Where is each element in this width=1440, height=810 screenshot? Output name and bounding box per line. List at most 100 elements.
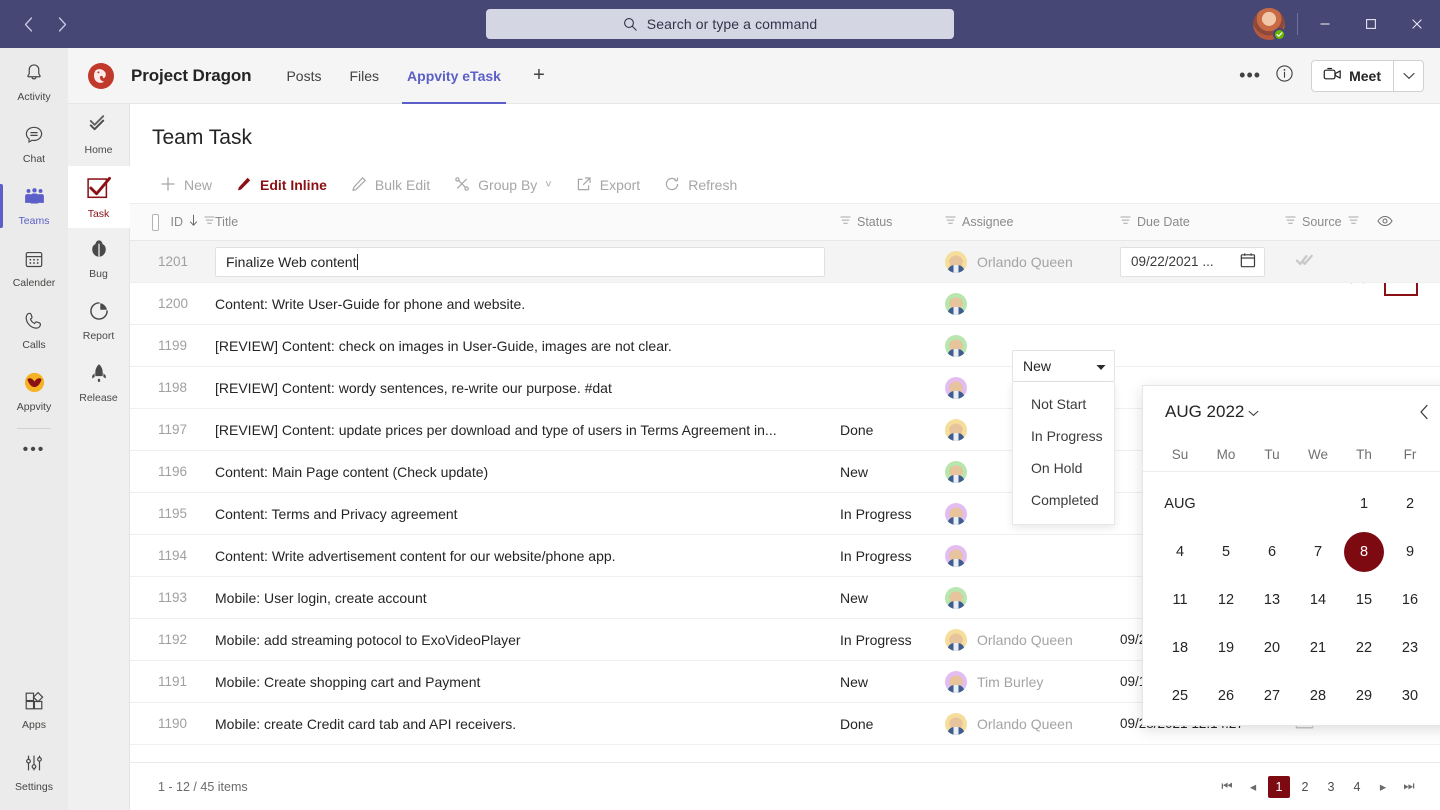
calendar-day-cell[interactable]: 6	[1249, 528, 1295, 576]
rail-item-chat[interactable]: Chat	[0, 116, 68, 172]
calendar-day-cell[interactable]: 13	[1249, 576, 1295, 624]
calendar-day-cell[interactable]: 17	[1433, 576, 1440, 624]
calendar-day-cell[interactable]: 15	[1341, 576, 1387, 624]
channel-more-button[interactable]: •••	[1235, 61, 1265, 91]
calendar-day-cell[interactable]: 26	[1203, 672, 1249, 720]
rail-item-settings[interactable]: Settings	[0, 744, 68, 800]
table-row[interactable]: 1200Content: Write User-Guide for phone …	[130, 283, 1440, 325]
table-row[interactable]: 1199[REVIEW] Content: check on images in…	[130, 325, 1440, 367]
new-button[interactable]: New	[150, 169, 222, 201]
calendar-day-cell[interactable]: 3	[1433, 480, 1440, 528]
page-button-4[interactable]: 4	[1346, 776, 1368, 798]
cell-assignee[interactable]: Orlando Queen	[945, 251, 1120, 273]
refresh-button[interactable]: Refresh	[654, 169, 747, 201]
last-page-button[interactable]: ⏭	[1398, 776, 1420, 798]
calendar-day-cell[interactable]: 29	[1341, 672, 1387, 720]
filter-source-icon[interactable]	[1348, 215, 1359, 229]
status-option-completed[interactable]: Completed	[1013, 484, 1114, 516]
calendar-day-cell[interactable]: 18	[1157, 624, 1203, 672]
page-button-2[interactable]: 2	[1294, 776, 1316, 798]
calendar-day-cell[interactable]: 25	[1157, 672, 1203, 720]
etask-nav-bug[interactable]: Bug	[68, 228, 130, 290]
close-button[interactable]	[1394, 0, 1440, 48]
group-by-button[interactable]: Group By ˅	[444, 169, 562, 201]
calendar-weekday: Sa	[1433, 438, 1440, 471]
calendar-day-cell[interactable]: 23	[1387, 624, 1433, 672]
calendar-icon[interactable]	[1240, 252, 1256, 271]
tab-posts[interactable]: Posts	[273, 48, 334, 104]
calendar-day-cell[interactable]: 7	[1295, 528, 1341, 576]
rail-item-activity[interactable]: Activity	[0, 54, 68, 110]
due-date-input[interactable]: 09/22/2021 ...	[1120, 247, 1265, 277]
calendar-day-cell[interactable]: 21	[1295, 624, 1341, 672]
table-row-editing[interactable]: 1201 Finalize Web content Orlando Queen …	[130, 241, 1440, 283]
filter-id-icon[interactable]	[204, 215, 215, 229]
etask-nav-task[interactable]: Task	[68, 166, 130, 228]
calendar-day-cell[interactable]: 12	[1203, 576, 1249, 624]
tab-files[interactable]: Files	[336, 48, 392, 104]
rail-item-appvity[interactable]: Appvity	[0, 364, 68, 420]
calendar-prev-button[interactable]	[1411, 399, 1437, 425]
select-all-checkbox[interactable]	[152, 214, 159, 231]
edit-inline-button[interactable]: Edit Inline	[226, 169, 337, 201]
rail-more-button[interactable]: •••	[0, 431, 68, 469]
calendar-day-cell[interactable]: 14	[1295, 576, 1341, 624]
rail-item-teams[interactable]: Teams	[0, 178, 68, 234]
prev-page-button[interactable]: ◂	[1242, 776, 1264, 798]
calendar-day-cell[interactable]: 11	[1157, 576, 1203, 624]
calendar-month-selector[interactable]: AUG 2022	[1165, 402, 1259, 422]
first-page-button[interactable]: ⏮	[1216, 776, 1238, 798]
calendar-day-cell[interactable]: 10	[1433, 528, 1440, 576]
calendar-day-cell[interactable]: 24	[1433, 624, 1440, 672]
back-icon[interactable]	[14, 10, 42, 38]
calendar-day-cell[interactable]: 20	[1249, 624, 1295, 672]
export-button[interactable]: Export	[566, 169, 650, 201]
etask-nav-report[interactable]: Report	[68, 290, 130, 352]
title-bar: Search or type a command	[0, 0, 1440, 48]
etask-nav-release[interactable]: Release	[68, 352, 130, 414]
calendar-day-cell[interactable]: 8	[1341, 528, 1387, 576]
calendar-day-cell[interactable]: 30	[1387, 672, 1433, 720]
minimize-button[interactable]	[1302, 0, 1348, 48]
bulk-edit-button[interactable]: Bulk Edit	[341, 169, 440, 201]
calendar-day-cell[interactable]: 5	[1203, 528, 1249, 576]
calendar-day-cell[interactable]: 4	[1157, 528, 1203, 576]
page-button-3[interactable]: 3	[1320, 776, 1342, 798]
maximize-button[interactable]	[1348, 0, 1394, 48]
sort-desc-icon[interactable]	[189, 214, 198, 230]
calendar-day-cell[interactable]: 16	[1387, 576, 1433, 624]
filter-due-date-icon[interactable]	[1120, 215, 1131, 229]
filter-source-left-icon[interactable]	[1285, 215, 1296, 229]
status-option-not-start[interactable]: Not Start	[1013, 388, 1114, 420]
status-option-in-progress[interactable]: In Progress	[1013, 420, 1114, 452]
calendar-day-cell[interactable]: 31	[1433, 672, 1440, 720]
forward-icon[interactable]	[48, 10, 76, 38]
calendar-day-cell[interactable]: 2	[1387, 480, 1433, 528]
calendar-day-cell[interactable]: 27	[1249, 672, 1295, 720]
chevron-down-icon	[1403, 67, 1415, 85]
meet-dropdown-button[interactable]	[1393, 60, 1423, 92]
calendar-day-cell[interactable]: 9	[1387, 528, 1433, 576]
user-avatar[interactable]	[1253, 8, 1285, 40]
search-input[interactable]: Search or type a command	[486, 9, 954, 39]
filter-status-icon[interactable]	[840, 215, 851, 229]
rail-item-calender[interactable]: Calender	[0, 240, 68, 296]
tab-appvity-etask[interactable]: Appvity eTask	[394, 48, 514, 104]
channel-info-button[interactable]	[1269, 61, 1299, 91]
calendar-day-cell[interactable]: 1	[1341, 480, 1387, 528]
title-input[interactable]: Finalize Web content	[215, 247, 825, 277]
calendar-day-cell[interactable]: 22	[1341, 624, 1387, 672]
status-select[interactable]: New	[1012, 350, 1115, 382]
calendar-day-cell[interactable]: 28	[1295, 672, 1341, 720]
page-button-1[interactable]: 1	[1268, 776, 1290, 798]
eye-icon[interactable]	[1377, 215, 1393, 230]
rail-item-calls[interactable]: Calls	[0, 302, 68, 358]
meet-button[interactable]: Meet	[1312, 60, 1393, 92]
filter-assignee-icon[interactable]	[945, 215, 956, 229]
rail-item-apps[interactable]: Apps	[0, 682, 68, 738]
etask-nav-home[interactable]: Home	[68, 104, 130, 166]
add-tab-button[interactable]: +	[524, 61, 554, 91]
next-page-button[interactable]: ▸	[1372, 776, 1394, 798]
status-option-on-hold[interactable]: On Hold	[1013, 452, 1114, 484]
calendar-day-cell[interactable]: 19	[1203, 624, 1249, 672]
